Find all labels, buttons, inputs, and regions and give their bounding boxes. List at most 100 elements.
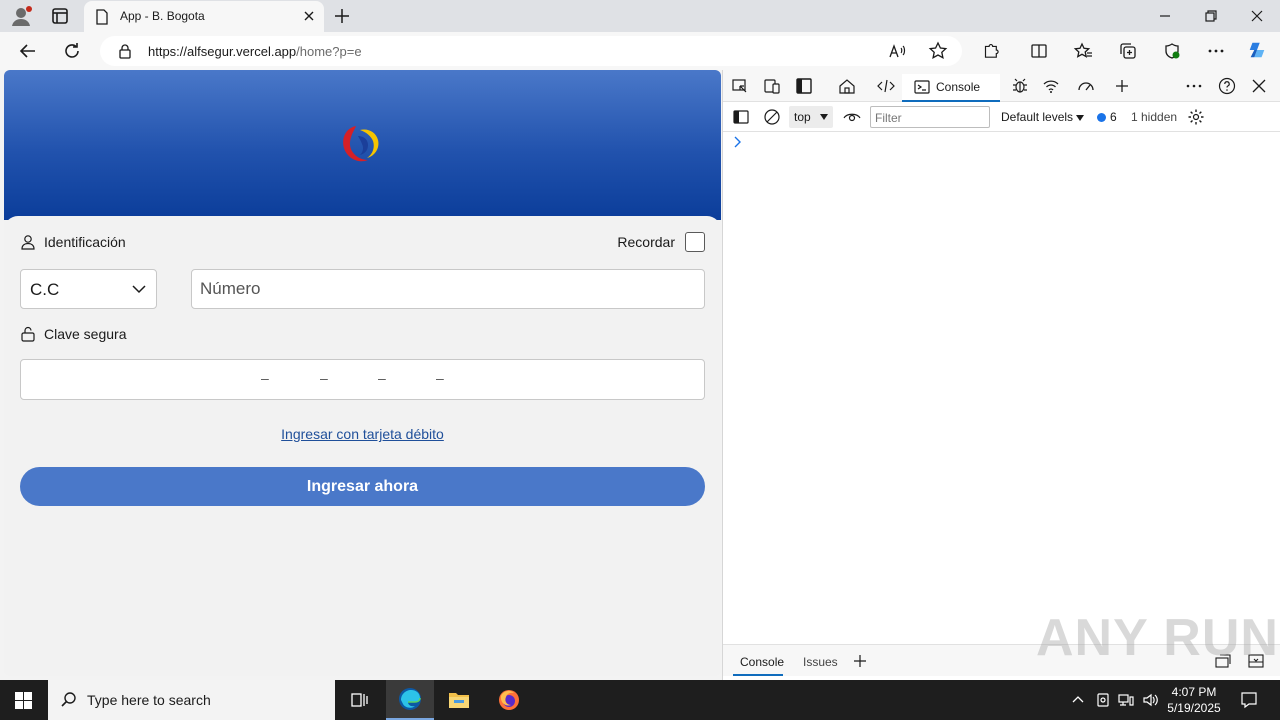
network-wifi-icon[interactable]: [1042, 77, 1060, 95]
system-clock[interactable]: 4:07 PM 5/19/2025: [1162, 684, 1226, 716]
context-value: top: [794, 110, 811, 124]
url-path: /home?p=e: [296, 44, 362, 59]
network-tray-icon[interactable]: [1118, 692, 1134, 708]
favorite-star-icon[interactable]: [928, 41, 948, 61]
tab-strip: App - B. Bogota: [0, 0, 1280, 32]
close-devtools-icon[interactable]: [1250, 77, 1268, 95]
taskbar-edge[interactable]: [386, 680, 434, 720]
chevron-down-icon: [132, 285, 146, 294]
welcome-home-icon[interactable]: [838, 77, 856, 95]
caret-down-icon: [820, 114, 828, 120]
console-settings-gear-icon[interactable]: [1187, 108, 1205, 126]
context-select[interactable]: top: [789, 106, 833, 128]
read-aloud-icon[interactable]: [887, 41, 907, 61]
extensions-icon[interactable]: [981, 41, 1001, 61]
taskbar-search-box[interactable]: Type here to search: [48, 680, 335, 720]
clock-date: 5/19/2025: [1167, 701, 1221, 715]
url-text[interactable]: https://alfsegur.vercel.app/home?p=e: [148, 44, 362, 59]
split-screen-icon[interactable]: [1029, 41, 1049, 61]
firefox-icon: [499, 690, 519, 710]
document-type-select[interactable]: C.C: [20, 269, 157, 309]
clear-console-icon[interactable]: [763, 108, 781, 126]
windows-taskbar: Type here to search 4:07 PM 5/19/2025: [0, 680, 1280, 720]
clave-label: Clave segura: [44, 326, 127, 342]
tab-console[interactable]: Console: [902, 74, 1000, 102]
clave-row: Clave segura: [20, 324, 127, 344]
tab-actions-button[interactable]: [48, 5, 72, 27]
log-levels-select[interactable]: Default levels: [1001, 110, 1085, 124]
taskbar-firefox[interactable]: [484, 680, 532, 720]
more-menu-icon[interactable]: [1206, 41, 1226, 61]
task-view-button[interactable]: [336, 680, 384, 720]
browser-essentials-icon[interactable]: [1162, 41, 1182, 61]
add-drawer-tab-icon[interactable]: [852, 653, 868, 669]
device-emulation-icon[interactable]: [763, 77, 781, 95]
login-card: Identificación Recordar C.C Clave segura…: [4, 216, 721, 676]
submit-button[interactable]: Ingresar ahora: [20, 467, 705, 506]
identificacion-row: Identificación: [20, 232, 126, 252]
browser-tab-active[interactable]: App - B. Bogota: [84, 1, 324, 32]
console-toolbar: top Filter Default levels 6 1 hidden: [723, 102, 1280, 132]
volume-tray-icon[interactable]: [1142, 692, 1158, 708]
device-tray-icon[interactable]: [1095, 692, 1111, 708]
sources-bug-icon[interactable]: [1011, 77, 1029, 95]
back-icon[interactable]: [17, 40, 39, 62]
copilot-icon[interactable]: [1247, 40, 1267, 60]
restore-icon[interactable]: [1201, 6, 1221, 26]
favorites-icon[interactable]: [1073, 41, 1093, 61]
show-hidden-icons-chevron-icon[interactable]: [1070, 692, 1086, 708]
tab-actions-icon: [52, 8, 68, 24]
minimize-icon[interactable]: [1155, 6, 1175, 26]
browser-toolbar: https://alfsegur.vercel.app/home?p=e: [0, 32, 1280, 70]
bank-logo-icon: [343, 126, 379, 162]
collections-icon[interactable]: [1118, 41, 1138, 61]
console-prompt-chevron-icon[interactable]: [733, 136, 743, 148]
filter-input[interactable]: Filter: [870, 106, 990, 128]
close-window-icon[interactable]: [1247, 6, 1267, 26]
message-count-badge[interactable]: 6: [1097, 110, 1117, 124]
recordar-row: Recordar: [617, 232, 705, 252]
identificacion-label: Identificación: [44, 234, 126, 250]
drawer-tab-console[interactable]: Console: [740, 655, 784, 669]
pin-dash: –: [436, 370, 444, 386]
sidebar-toggle-icon[interactable]: [732, 108, 750, 126]
profile-button[interactable]: [10, 5, 34, 27]
tab-title: App - B. Bogota: [120, 9, 205, 23]
dock-side-icon[interactable]: [795, 77, 813, 95]
page-icon: [96, 9, 108, 25]
help-icon[interactable]: [1218, 77, 1236, 95]
debit-card-link[interactable]: Ingresar con tarjeta débito: [281, 426, 444, 442]
pin-dash: –: [378, 370, 386, 386]
add-tool-icon[interactable]: [1113, 77, 1131, 95]
close-tab-icon[interactable]: [302, 9, 316, 23]
recordar-checkbox[interactable]: [685, 232, 705, 252]
address-bar[interactable]: https://alfsegur.vercel.app/home?p=e: [100, 36, 962, 66]
start-button[interactable]: [0, 680, 48, 720]
search-placeholder: Type here to search: [87, 692, 211, 708]
pin-dash: –: [320, 370, 328, 386]
recordar-label: Recordar: [617, 234, 675, 250]
document-number-input[interactable]: [191, 269, 705, 309]
taskbar-file-explorer[interactable]: [435, 680, 483, 720]
folder-icon: [449, 693, 469, 708]
pin-input[interactable]: – – – –: [20, 359, 705, 400]
hero-banner: [4, 70, 721, 220]
performance-icon[interactable]: [1077, 77, 1095, 95]
refresh-icon[interactable]: [61, 40, 83, 62]
caret-down-icon: [1076, 115, 1085, 121]
hidden-count: 1 hidden: [1131, 110, 1178, 124]
lock-icon[interactable]: [118, 43, 132, 59]
elements-code-icon[interactable]: [877, 77, 895, 95]
devtools-more-icon[interactable]: [1185, 77, 1203, 95]
watermark-text: ANY RUN: [1036, 609, 1279, 667]
notifications-icon[interactable]: [1240, 691, 1258, 709]
inspect-icon[interactable]: [731, 77, 749, 95]
drawer-tab-issues[interactable]: Issues: [803, 655, 838, 669]
task-view-icon: [351, 693, 368, 707]
debit-link-row: Ingresar con tarjeta débito: [4, 426, 721, 442]
live-expression-eye-icon[interactable]: [843, 108, 861, 126]
pin-dash: –: [261, 370, 269, 386]
new-tab-icon[interactable]: [332, 6, 352, 26]
unlock-icon: [21, 326, 35, 342]
url-host: https://alfsegur.vercel.app: [148, 44, 297, 59]
